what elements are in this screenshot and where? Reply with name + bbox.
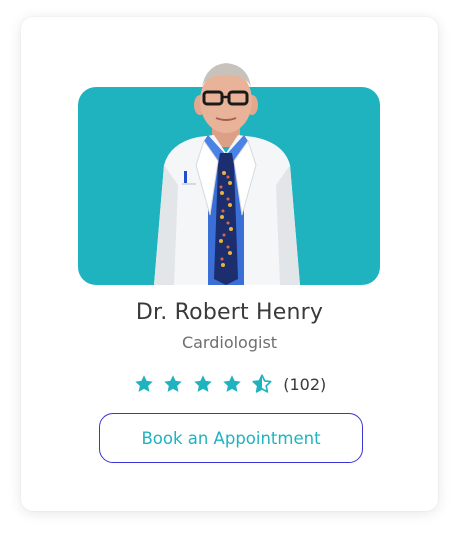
star-icon: [164, 375, 182, 392]
star-half-icon: [252, 374, 272, 393]
doctor-portrait: [154, 63, 300, 285]
star-icon: [223, 375, 241, 392]
doctor-specialty: Cardiologist: [181, 333, 278, 352]
doctor-photo: [78, 63, 380, 285]
star-icon: [194, 375, 212, 392]
book-appointment-button[interactable]: Book an Appointment: [99, 413, 363, 463]
doctor-name: Dr. Robert Henry: [135, 300, 324, 325]
rating-row: (102): [21, 373, 438, 395]
star-icon: [135, 375, 153, 392]
doctor-card: Dr. Robert Henry Cardiologist (102) Book…: [21, 17, 438, 511]
review-count: (102): [283, 374, 327, 394]
